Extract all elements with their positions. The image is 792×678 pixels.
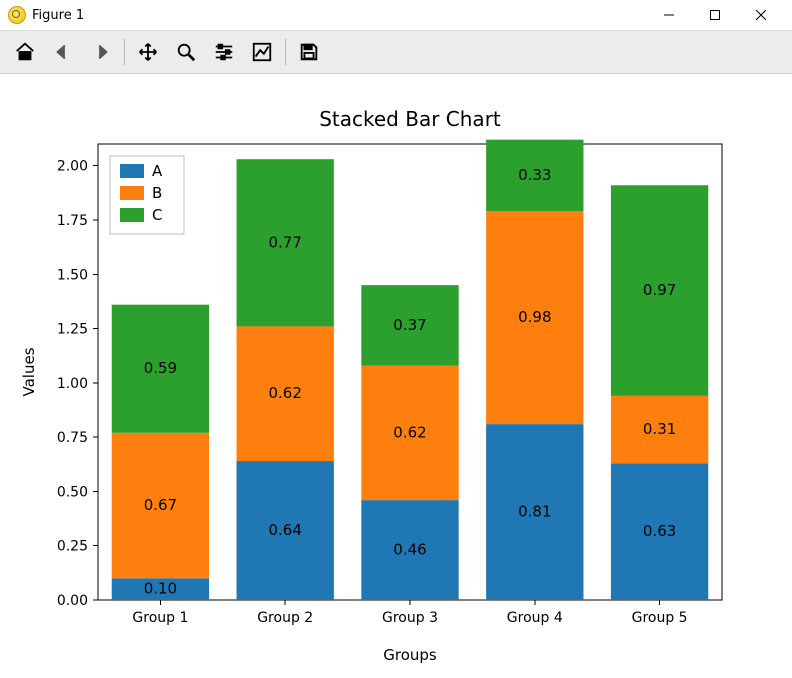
y-tick-label: 1.50 (57, 267, 88, 283)
pan-button[interactable] (131, 35, 165, 69)
plot-area: 0.00 0.25 0.50 0.75 1.00 1.25 1.50 1.75 2.00 Grou… (0, 74, 792, 676)
y-axis: 0.00 0.25 0.50 0.75 1.00 1.25 1.50 1.75 2.00 (57, 159, 98, 609)
zoom-button[interactable] (169, 35, 203, 69)
app-icon (8, 6, 26, 24)
y-tick-label: 1.75 (57, 213, 88, 229)
save-button[interactable] (292, 35, 326, 69)
forward-button[interactable] (84, 35, 118, 69)
figure-window: Figure 1 (0, 0, 792, 676)
y-tick-label: 0.25 (57, 539, 88, 555)
titlebar: Figure 1 (0, 0, 792, 30)
bar-value-label: 0.62 (393, 423, 426, 441)
bar-value-label: 0.63 (643, 522, 676, 540)
bar-value-label: 0.67 (144, 496, 177, 514)
x-tick-label: Group 1 (132, 610, 188, 626)
bar-value-label: 0.33 (518, 166, 551, 184)
home-button[interactable] (8, 35, 42, 69)
back-arrow-icon (52, 41, 74, 63)
legend-swatch (120, 164, 144, 178)
bar-value-label: 0.81 (518, 503, 551, 521)
legend-swatch (120, 186, 144, 200)
minimize-button[interactable] (646, 0, 692, 30)
home-icon (14, 41, 36, 63)
y-tick-label: 0.50 (57, 484, 88, 500)
x-tick-label: Group 3 (382, 610, 438, 626)
mpl-toolbar (0, 30, 792, 74)
x-tick-label: Group 2 (257, 610, 313, 626)
x-axis-label: Groups (383, 646, 437, 664)
legend-label: C (152, 206, 162, 224)
close-icon (755, 9, 767, 21)
x-tick-label: Group 5 (632, 610, 688, 626)
y-tick-label: 2.00 (57, 159, 88, 175)
bar-value-label: 0.62 (268, 384, 301, 402)
y-tick-label: 0.75 (57, 430, 88, 446)
toolbar-separator (124, 39, 125, 65)
bars: 0.10 0.67 0.59 0.64 0.62 0.77 0.46 0.62 0.37 0.81… (112, 140, 709, 600)
bar-value-label: 0.64 (268, 521, 301, 539)
forward-arrow-icon (90, 41, 112, 63)
minimize-icon (663, 9, 675, 21)
x-tick-label: Group 4 (507, 610, 563, 626)
window-title: Figure 1 (32, 8, 84, 23)
toolbar-separator (285, 39, 286, 65)
y-tick-label: 0.00 (57, 593, 88, 609)
x-axis: Group 1 Group 2 Group 3 Group 4 Group 5 (132, 600, 687, 626)
bar-value-label: 0.77 (268, 233, 301, 251)
bar-value-label: 0.10 (144, 580, 177, 598)
edit-axes-button[interactable] (245, 35, 279, 69)
legend-label: A (152, 162, 163, 180)
pan-icon (137, 41, 159, 63)
chart-title: Stacked Bar Chart (319, 107, 501, 131)
bar-value-label: 0.37 (393, 316, 426, 334)
stacked-bar-chart: 0.00 0.25 0.50 0.75 1.00 1.25 1.50 1.75 2.00 Grou… (0, 74, 792, 678)
save-icon (298, 41, 320, 63)
legend-swatch (120, 208, 144, 222)
maximize-button[interactable] (692, 0, 738, 30)
bar-value-label: 0.46 (393, 541, 426, 559)
close-button[interactable] (738, 0, 784, 30)
y-axis-label: Values (20, 347, 38, 396)
configure-subplots-button[interactable] (207, 35, 241, 69)
bar-value-label: 0.59 (144, 359, 177, 377)
y-tick-label: 1.00 (57, 376, 88, 392)
y-tick-label: 1.25 (57, 322, 88, 338)
legend-label: B (152, 184, 162, 202)
bar-value-label: 0.98 (518, 308, 551, 326)
chart-line-icon (251, 41, 273, 63)
zoom-icon (175, 41, 197, 63)
sliders-icon (213, 41, 235, 63)
bar-value-label: 0.97 (643, 281, 676, 299)
maximize-icon (709, 9, 721, 21)
legend: ABC (110, 156, 184, 234)
bar-value-label: 0.31 (643, 420, 676, 438)
back-button[interactable] (46, 35, 80, 69)
